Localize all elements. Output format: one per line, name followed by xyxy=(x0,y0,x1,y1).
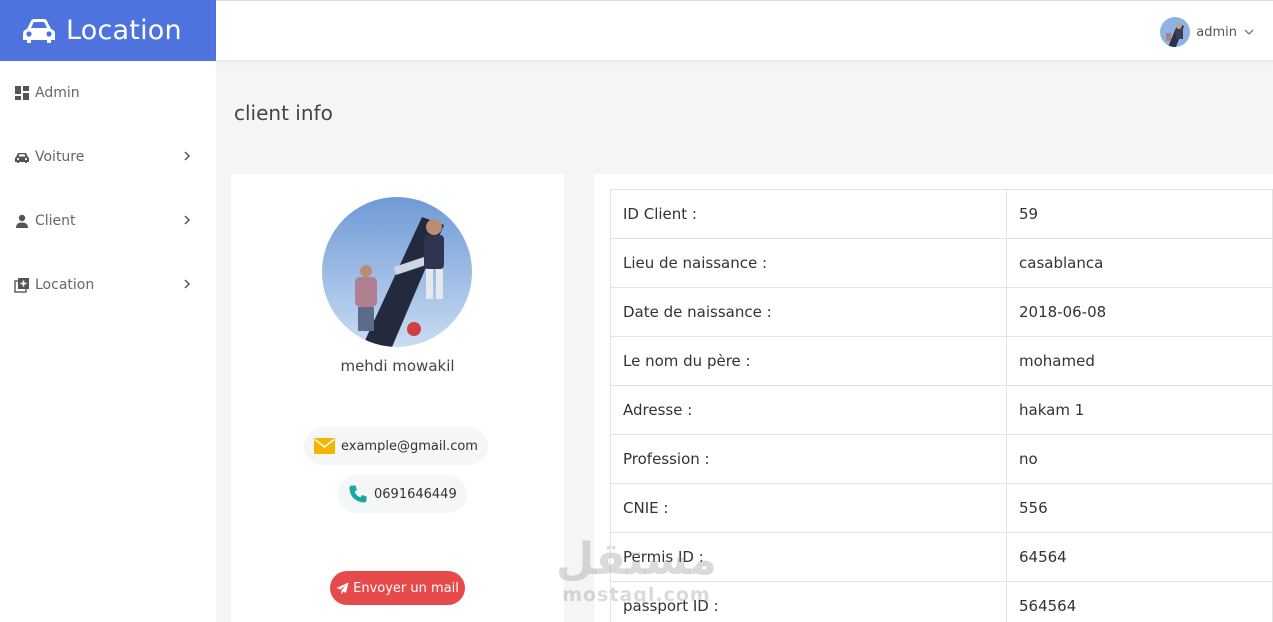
table-row: Date de naissance :2018-06-08 xyxy=(610,287,1273,337)
info-value: mohamed xyxy=(1006,336,1273,386)
sidebar-item-label: Client xyxy=(35,213,76,229)
chevron-right-icon xyxy=(184,215,191,225)
table-row: CNIE :556 xyxy=(610,483,1273,533)
page-title: client info xyxy=(234,101,333,125)
sidebar-item-client[interactable]: Client xyxy=(0,189,216,253)
dashboard-icon xyxy=(15,86,29,100)
topbar: admin xyxy=(216,0,1273,61)
info-value: 2018-06-08 xyxy=(1006,287,1273,337)
table-row: Lieu de naissance : casablanca xyxy=(610,238,1273,288)
phone-text: 0691646449 xyxy=(374,486,457,502)
client-name: mehdi mowakil xyxy=(340,357,455,375)
sidebar-item-label: Admin xyxy=(35,85,80,101)
table-row: passport ID :564564 xyxy=(610,581,1273,622)
sidebar-item-label: Location xyxy=(35,277,95,293)
user-menu[interactable]: admin xyxy=(1160,17,1255,47)
profile-card: mehdi mowakil example@gmail.com 06916464… xyxy=(231,174,564,622)
table-row: ID Client :59 xyxy=(610,189,1273,239)
chevron-right-icon xyxy=(184,279,191,289)
user-icon xyxy=(16,214,28,228)
email-badge[interactable]: example@gmail.com xyxy=(304,427,488,465)
car-icon xyxy=(23,18,55,43)
phone-icon xyxy=(349,485,367,503)
chevron-down-icon xyxy=(1244,29,1254,35)
brand-header[interactable]: Location xyxy=(0,0,216,61)
info-label: ID Client : xyxy=(610,189,1007,239)
info-label: Profession : xyxy=(610,434,1007,484)
info-value: 564564 xyxy=(1006,581,1273,622)
info-value: casablanca xyxy=(1006,238,1273,288)
info-label: Le nom du père : xyxy=(610,336,1007,386)
car-icon xyxy=(15,153,29,163)
info-value: 64564 xyxy=(1006,532,1273,582)
client-photo xyxy=(322,197,472,347)
info-label: Date de naissance : xyxy=(610,287,1007,337)
sidebar-item-admin[interactable]: Admin xyxy=(0,61,216,125)
info-value: hakam 1 xyxy=(1006,385,1273,435)
add-box-icon xyxy=(14,278,29,293)
user-name: admin xyxy=(1196,24,1237,40)
info-label: Adresse : xyxy=(610,385,1007,435)
send-mail-button[interactable]: Envoyer un mail xyxy=(330,571,465,605)
table-row: Permis ID :64564 xyxy=(610,532,1273,582)
info-label: passport ID : xyxy=(610,581,1007,622)
info-value: 556 xyxy=(1006,483,1273,533)
client-info-table: ID Client :59 Lieu de naissance : casablan… xyxy=(610,189,1273,622)
phone-badge[interactable]: 0691646449 xyxy=(338,475,467,513)
info-label: CNIE : xyxy=(610,483,1007,533)
table-row: Profession : no xyxy=(610,434,1273,484)
sidebar: Admin Voiture Client Location xyxy=(0,61,216,622)
sidebar-item-location[interactable]: Location xyxy=(0,253,216,317)
chevron-right-icon xyxy=(184,151,191,161)
paper-plane-icon xyxy=(336,582,349,594)
info-value: no xyxy=(1006,434,1273,484)
mail-icon xyxy=(314,438,335,454)
brand-title: Location xyxy=(66,15,182,46)
info-label: Permis ID : xyxy=(610,532,1007,582)
table-row: Le nom du père : mohamed xyxy=(610,336,1273,386)
sidebar-item-voiture[interactable]: Voiture xyxy=(0,125,216,189)
send-mail-label: Envoyer un mail xyxy=(353,580,459,596)
table-row: Adresse : hakam 1 xyxy=(610,385,1273,435)
avatar xyxy=(1160,17,1191,47)
info-card: ID Client :59 Lieu de naissance : casablan… xyxy=(594,174,1273,622)
sidebar-item-label: Voiture xyxy=(35,149,85,165)
email-text: example@gmail.com xyxy=(341,438,478,454)
info-value: 59 xyxy=(1006,189,1273,239)
info-label: Lieu de naissance : xyxy=(610,238,1007,288)
